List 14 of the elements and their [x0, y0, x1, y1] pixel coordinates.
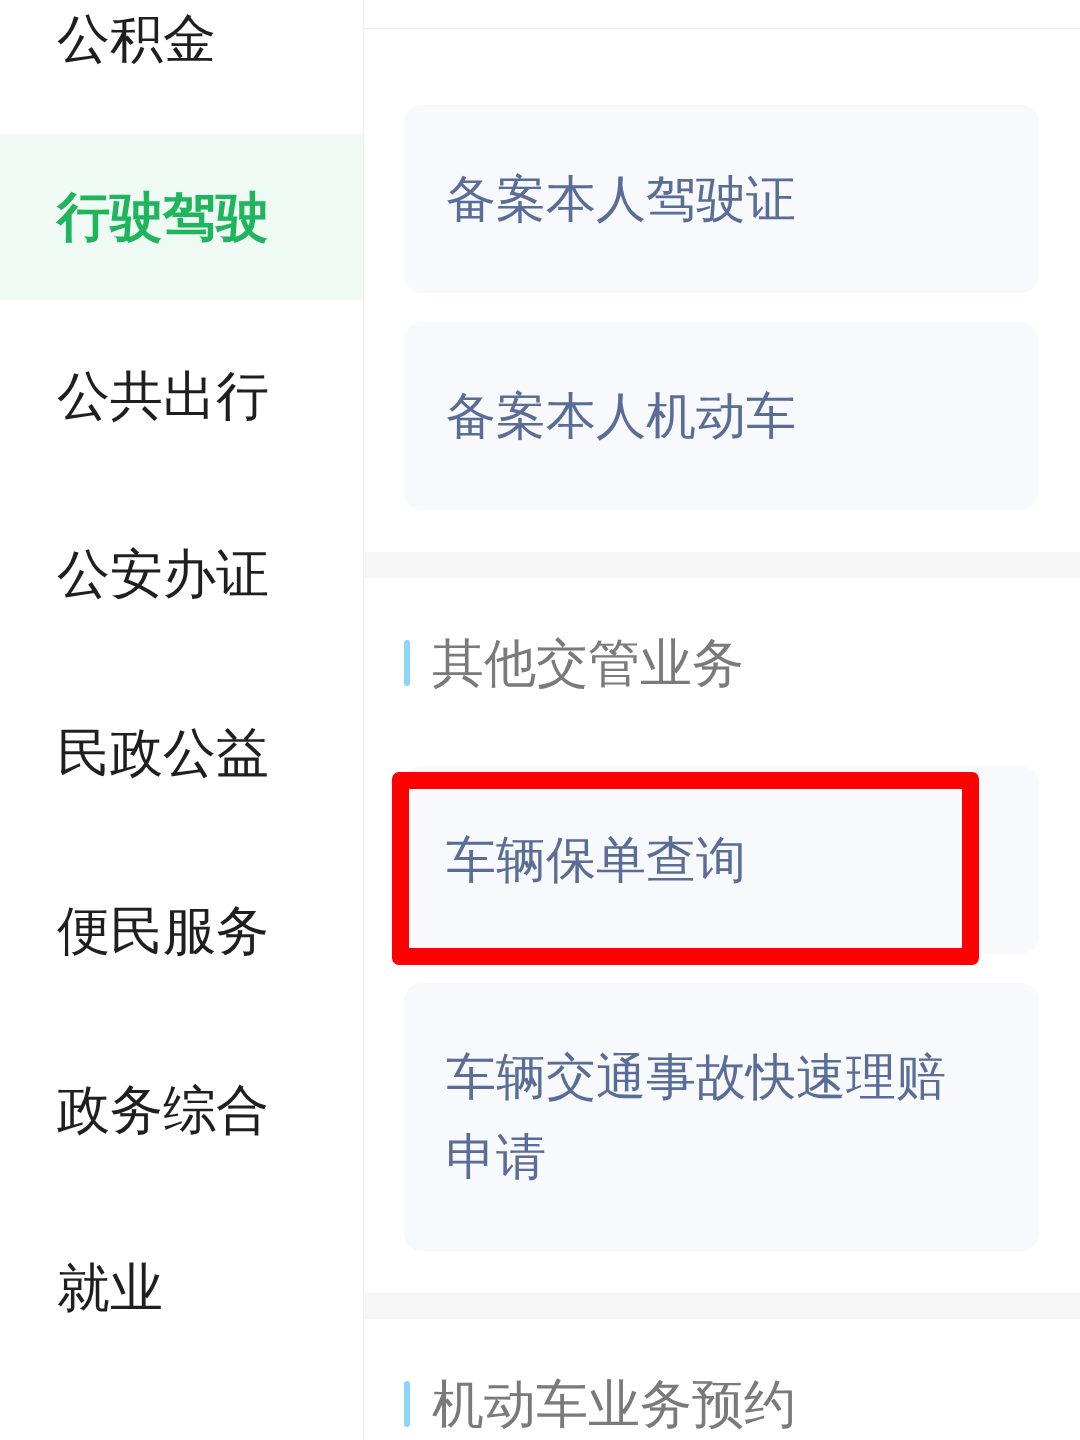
sidebar-item[interactable]: 民政公益	[0, 669, 363, 835]
sidebar-item[interactable]: 政务综合	[0, 1026, 363, 1192]
sidebar-item[interactable]: 公共出行	[0, 312, 363, 478]
sidebar-item[interactable]: 就业	[0, 1204, 363, 1371]
accent-bar-icon	[404, 1381, 410, 1427]
section-heading: 机动车业务预约	[432, 1377, 796, 1431]
service-card[interactable]: 备案本人驾驶证	[404, 105, 1039, 293]
section-heading: 其他交管业务	[432, 636, 744, 690]
accent-bar-icon	[404, 640, 410, 686]
sidebar-item[interactable]: 公安办证	[0, 490, 363, 657]
service-card[interactable]: 备案本人机动车	[404, 322, 1039, 510]
sidebar-item[interactable]: 公积金	[0, 0, 363, 121]
sidebar-item[interactable]: 便民服务	[0, 847, 363, 1014]
service-card[interactable]: 车辆交通事故快速理赔申请	[404, 983, 1039, 1251]
